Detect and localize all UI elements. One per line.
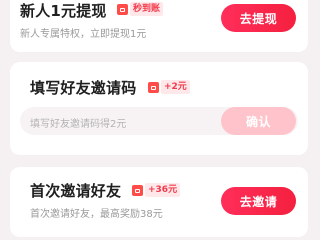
red-envelope-icon (117, 4, 128, 15)
confirm-button[interactable]: 确认 (221, 107, 296, 135)
reward-badge: +2元 (161, 80, 190, 94)
task-card-invite-code: 填写好友邀请码 +2元 填写好友邀请码得2元 确认 (10, 62, 308, 155)
task-card-newbie-withdraw: 新人1元提现 秒到账 新人专属特权，立即提现1元 去提现 (10, 0, 308, 52)
task-title: 填写好友邀请码 (30, 79, 137, 97)
task-title: 新人1元提现 (20, 2, 107, 20)
reward-badge: +36元 (145, 183, 181, 197)
task-description: 新人专属特权，立即提现1元 (20, 29, 147, 40)
invite-button[interactable]: 去邀请 (221, 187, 296, 215)
red-envelope-icon (148, 82, 159, 93)
withdraw-button[interactable]: 去提现 (221, 4, 296, 32)
reward-badge: 秒到账 (130, 2, 164, 16)
task-title: 首次邀请好友 (30, 182, 122, 200)
invite-code-placeholder: 填写好友邀请码得2元 (30, 119, 127, 130)
task-description: 首次邀请好友，最高奖励38元 (30, 209, 163, 220)
task-card-first-invite: 首次邀请好友 +36元 首次邀请好友，最高奖励38元 去邀请 (10, 167, 308, 237)
red-envelope-icon (132, 185, 143, 196)
